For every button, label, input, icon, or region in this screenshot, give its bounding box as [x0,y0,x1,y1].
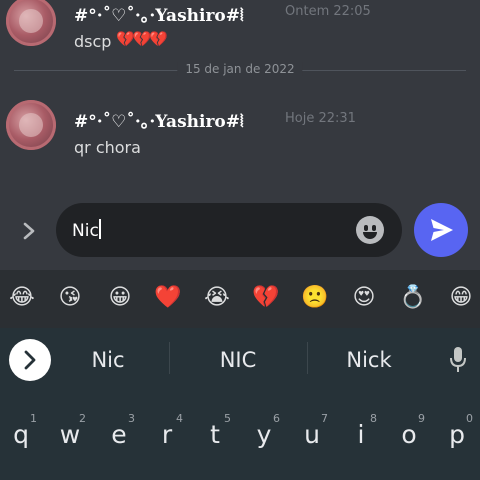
word-suggestion[interactable]: Nick [328,348,410,372]
smiley-icon[interactable] [356,216,384,244]
keyboard: 1q 2w 3e 4r 5t 6y 7u 8i 9o 0p [0,390,480,480]
emoji-suggestion[interactable]: 🙁 [301,284,329,312]
emoji-suggestion-strip: 😂 😘 😀 ❤️ 😭 💔 🙁 😍 💍 😁 [0,270,480,328]
key-letter: e [111,420,127,449]
suggestion-separator [307,342,308,374]
key-letter: i [357,420,365,449]
key-u[interactable]: 7u [291,402,333,458]
message-input-value: Nic [72,221,99,241]
username[interactable]: #°·˚♡˚·｡·Yashiro#⦚ [74,1,244,26]
emoji-suggestion[interactable]: 💔 [252,284,280,312]
key-r[interactable]: 4r [146,402,188,458]
key-letter: w [59,420,81,449]
avatar[interactable] [6,100,56,150]
key-p[interactable]: 0p [436,402,478,458]
chevron-right-icon [23,222,35,240]
key-o[interactable]: 9o [388,402,430,458]
message-text: qr chora [74,138,141,157]
broken-heart-emoji: 💔💔💔 [116,30,168,48]
key-q[interactable]: 1q [0,402,42,458]
key-letter: y [256,420,272,449]
date-divider-label: 15 de jan de 2022 [177,62,303,76]
send-arrow-icon [431,219,453,241]
message-input[interactable]: Nic [56,203,402,257]
message: #°·˚♡˚·｡·Yashiro#⦚ Hoje 22:31 qr chora [0,96,480,166]
key-t[interactable]: 5t [194,402,236,458]
microphone-icon[interactable] [449,346,467,374]
emoji-suggestion[interactable]: 💍 [399,284,427,312]
message-text: dscp [74,32,112,51]
emoji-suggestion[interactable]: 😂 [8,284,36,312]
timestamp: Ontem 22:05 [285,4,371,19]
emoji-suggestion[interactable]: 😍 [350,284,378,312]
emoji-suggestion[interactable]: 😘 [56,284,84,312]
word-suggestion[interactable]: Nic [68,348,148,372]
key-letter: u [304,420,320,449]
key-e[interactable]: 3e [98,402,140,458]
suggestion-separator [169,342,170,374]
key-letter: t [210,420,220,449]
send-button[interactable] [414,203,468,257]
key-letter: o [401,420,417,449]
avatar[interactable] [6,0,56,46]
emoji-suggestion[interactable]: 😁 [447,284,475,312]
key-letter: q [13,420,29,449]
key-y[interactable]: 6y [243,402,285,458]
key-letter: r [161,420,173,449]
key-i[interactable]: 8i [340,402,382,458]
word-suggestion[interactable]: NIC [198,348,278,372]
timestamp: Hoje 22:31 [285,111,356,126]
suggestion-toggle-button[interactable] [9,339,51,381]
message: #°·˚♡˚·｡·Yashiro#⦚ Ontem 22:05 dscp 💔💔💔 [0,0,480,60]
username[interactable]: #°·˚♡˚·｡·Yashiro#⦚ [74,107,244,132]
suggestion-bar: Nic NIC Nick [0,328,480,390]
key-letter: p [449,420,465,449]
expand-actions-button[interactable] [14,216,44,246]
text-caret [98,219,101,239]
chevron-right-icon [24,350,36,370]
emoji-suggestion[interactable]: 😭 [203,284,231,312]
emoji-suggestion[interactable]: ❤️ [154,284,182,312]
emoji-suggestion[interactable]: 😀 [106,284,134,312]
key-w[interactable]: 2w [49,402,91,458]
